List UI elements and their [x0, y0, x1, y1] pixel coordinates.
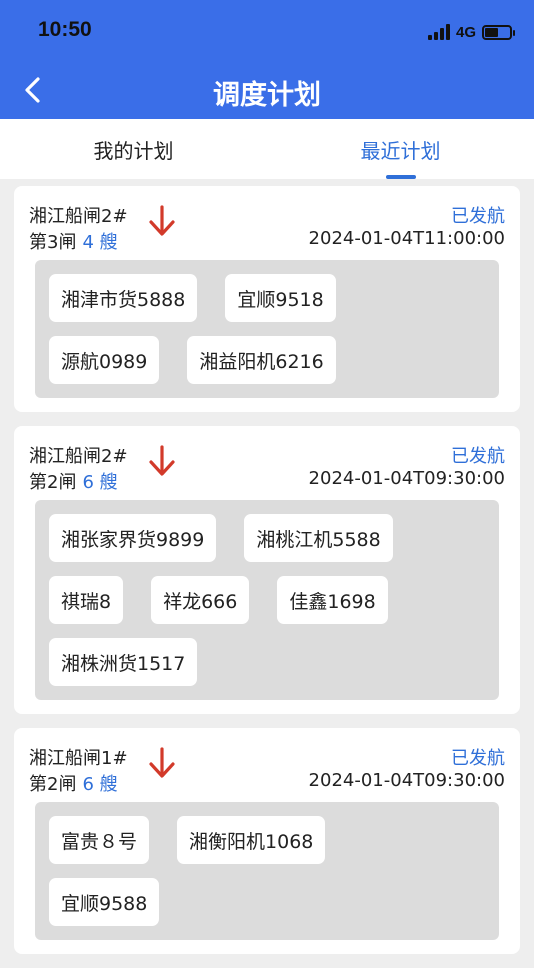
ship-tag[interactable]: 湘桃江机5588 [244, 514, 393, 562]
arrow-down-icon [149, 445, 175, 476]
plan-card-header: 湘江船闸2# 第3闸 4 艘 已发航 2024-01-04T11:00:00 [29, 200, 505, 254]
chamber-label: 第3闸 [29, 232, 77, 253]
network-label: 4G [455, 23, 476, 41]
header-bar: 10:50 4G 调度计划 [0, 0, 534, 119]
signal-icon [427, 24, 450, 40]
ship-tag[interactable]: 佳鑫1698 [277, 576, 388, 624]
status-indicators: 4G [427, 22, 515, 42]
status-badge: 已发航 [451, 446, 505, 467]
plan-time: 2024-01-04T09:30:00 [308, 770, 505, 791]
lock-name: 湘江船闸2# [29, 206, 128, 227]
plan-time: 2024-01-04T09:30:00 [308, 468, 505, 489]
ship-count: 6 艘 [82, 472, 118, 493]
battery-icon [482, 24, 515, 40]
chamber-info: 第2闸 6 艘 [29, 468, 118, 494]
status-badge: 已发航 [451, 748, 505, 769]
ship-tag[interactable]: 湘张家界货9899 [49, 514, 217, 562]
arrow-down-icon [149, 747, 175, 778]
ship-tag[interactable]: 湘津市货5888 [49, 274, 198, 322]
status-time: 10:50 [38, 18, 92, 41]
ship-count: 6 艘 [82, 774, 118, 795]
chamber-label: 第2闸 [29, 472, 77, 493]
ship-tag[interactable]: 富贵８号 [49, 816, 150, 864]
ship-tag[interactable]: 湘衡阳机1068 [177, 816, 326, 864]
chamber-label: 第2闸 [29, 774, 77, 795]
arrow-down-icon [149, 205, 175, 236]
ship-tag[interactable]: 祥龙666 [151, 576, 250, 624]
tab-recent-plans[interactable]: 最近计划 [267, 119, 534, 179]
chamber-info: 第3闸 4 艘 [29, 228, 118, 254]
plan-time: 2024-01-04T11:00:00 [308, 228, 505, 249]
ship-tag[interactable]: 宜顺9518 [225, 274, 336, 322]
lock-name: 湘江船闸2# [29, 446, 128, 467]
plan-card[interactable]: 湘江船闸2# 第3闸 4 艘 已发航 2024-01-04T11:00:00 湘津… [14, 186, 520, 412]
plan-card[interactable]: 湘江船闸2# 第2闸 6 艘 已发航 2024-01-04T09:30:00 湘张… [14, 426, 520, 714]
ship-tag[interactable]: 宜顺9588 [49, 878, 160, 926]
status-badge: 已发航 [451, 206, 505, 227]
ship-count: 4 艘 [82, 232, 118, 253]
plan-card-header: 湘江船闸1# 第2闸 6 艘 已发航 2024-01-04T09:30:00 [29, 742, 505, 796]
ship-tag[interactable]: 源航0989 [49, 336, 160, 384]
chamber-info: 第2闸 6 艘 [29, 770, 118, 796]
ship-tag[interactable]: 祺瑞8 [49, 576, 124, 624]
tab-bar: 我的计划 最近计划 [0, 119, 534, 179]
tab-my-plans[interactable]: 我的计划 [0, 119, 267, 179]
plan-list: 湘江船闸2# 第3闸 4 艘 已发航 2024-01-04T11:00:00 湘津… [14, 186, 520, 968]
page-title: 调度计划 [213, 80, 321, 111]
ship-list: 富贵８号 湘衡阳机1068 宜顺9588 [35, 802, 499, 940]
plan-card[interactable]: 湘江船闸1# 第2闸 6 艘 已发航 2024-01-04T09:30:00 富贵… [14, 728, 520, 954]
ship-tag[interactable]: 湘株洲货1517 [49, 638, 198, 686]
ship-tag[interactable]: 湘益阳机6216 [187, 336, 336, 384]
plan-card-header: 湘江船闸2# 第2闸 6 艘 已发航 2024-01-04T09:30:00 [29, 440, 505, 494]
ship-list: 湘张家界货9899 湘桃江机5588 祺瑞8 祥龙666 佳鑫1698 湘株洲货… [35, 500, 499, 700]
ship-list: 湘津市货5888 宜顺9518 源航0989 湘益阳机6216 [35, 260, 499, 398]
lock-name: 湘江船闸1# [29, 748, 128, 769]
